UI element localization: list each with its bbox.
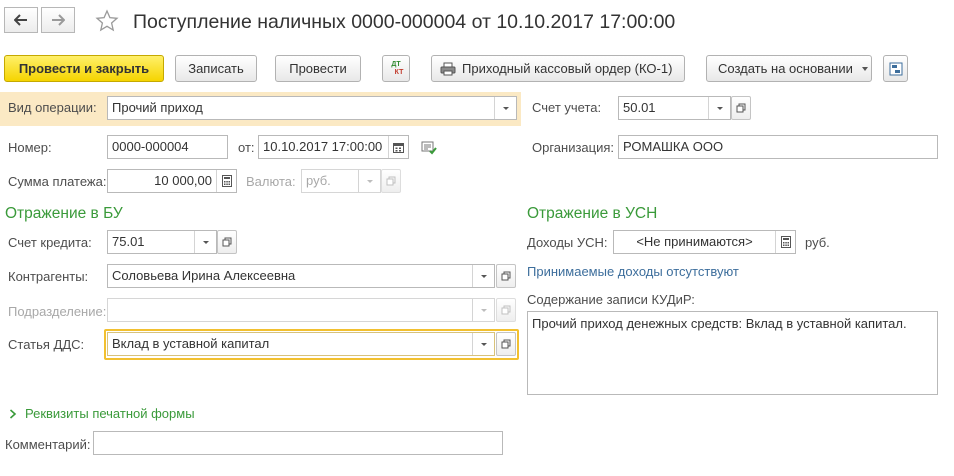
calendar-button[interactable]	[388, 136, 408, 158]
comment-input[interactable]	[93, 431, 503, 455]
dds-select[interactable]: Вклад в уставной капитал	[107, 332, 495, 356]
amount-input[interactable]: 10 000,00	[107, 169, 237, 193]
accepted-income-link[interactable]: Принимаемые доходы отсутствуют	[527, 264, 739, 280]
calculator-icon	[221, 175, 232, 187]
operation-label: Вид операции:	[8, 100, 97, 115]
dropdown-icon[interactable]	[494, 97, 516, 119]
account-select[interactable]: 50.01	[618, 96, 731, 120]
org-label: Организация:	[532, 140, 615, 155]
credit-open-button[interactable]	[217, 230, 237, 254]
calculator-button[interactable]	[216, 170, 236, 192]
dds-label: Статья ДДС:	[8, 337, 85, 352]
currency-label: Валюта:	[246, 174, 296, 189]
favorite-star-button[interactable]	[95, 9, 119, 36]
kt-label: КТ	[394, 68, 404, 76]
open-window-icon	[501, 305, 511, 315]
document-check-icon	[421, 141, 437, 155]
account-value: 50.01	[623, 100, 656, 115]
operation-select[interactable]: Прочий приход	[107, 96, 517, 120]
amount-label: Сумма платежа:	[8, 174, 107, 189]
dropdown-icon	[358, 170, 380, 192]
calculator-icon	[780, 236, 791, 248]
number-value: 0000-000004	[112, 139, 189, 154]
counterparty-open-button[interactable]	[496, 264, 516, 288]
create-based-label: Создать на основании	[718, 61, 853, 76]
department-value	[108, 299, 472, 321]
print-order-label: Приходный кассовый ордер (КО-1)	[462, 61, 673, 76]
credit-label: Счет кредита:	[8, 235, 92, 250]
dds-value: Вклад в уставной капитал	[112, 336, 270, 351]
currency-value: руб.	[306, 173, 331, 188]
org-input[interactable]: РОМАШКА ООО	[618, 135, 938, 159]
post-and-close-button[interactable]: Провести и закрыть	[4, 55, 164, 82]
account-label: Счет учета:	[532, 100, 602, 115]
structure-icon	[889, 62, 902, 75]
income-value: <Не принимаются>	[636, 234, 753, 249]
structure-button[interactable]	[883, 55, 908, 82]
department-open-button	[496, 298, 516, 322]
credit-value: 75.01	[112, 234, 145, 249]
dropdown-icon[interactable]	[194, 231, 216, 253]
save-button[interactable]: Записать	[175, 55, 257, 82]
page-title: Поступление наличных 0000-000004 от 10.1…	[133, 11, 676, 33]
bu-section-title: Отражение в БУ	[5, 205, 123, 222]
currency-select: руб.	[301, 169, 381, 193]
calendar-icon	[393, 142, 404, 153]
arrow-left-icon	[14, 14, 27, 26]
currency-open-button	[381, 169, 401, 193]
org-value: РОМАШКА ООО	[623, 139, 724, 154]
income-unit: руб.	[805, 235, 830, 250]
department-label: Подразделение:	[8, 304, 107, 319]
chevron-down-icon	[861, 66, 868, 71]
forward-button[interactable]	[41, 7, 75, 33]
dropdown-icon[interactable]	[472, 265, 494, 287]
create-based-button[interactable]: Создать на основании	[706, 55, 872, 82]
open-window-icon	[736, 103, 746, 113]
dropdown-icon[interactable]	[708, 97, 730, 119]
dt-kt-button[interactable]: ДТ КТ	[382, 55, 410, 82]
amount-value: 10 000,00	[154, 173, 212, 188]
usn-section-title: Отражение в УСН	[527, 205, 658, 222]
star-icon	[95, 9, 119, 32]
income-input[interactable]: <Не принимаются>	[613, 230, 796, 254]
date-label: от:	[238, 140, 255, 155]
print-order-button[interactable]: Приходный кассовый ордер (КО-1)	[431, 55, 685, 82]
kudir-textarea[interactable]: Прочий приход денежных средств: Вклад в …	[527, 311, 938, 395]
open-window-icon	[386, 176, 396, 186]
post-button[interactable]: Провести	[275, 55, 361, 82]
arrow-right-icon	[52, 14, 65, 26]
number-edit-button[interactable]	[421, 141, 437, 158]
dds-open-button[interactable]	[496, 332, 516, 356]
comment-value	[94, 432, 502, 454]
dropdown-icon	[472, 299, 494, 321]
counterparty-label: Контрагенты:	[8, 269, 89, 284]
account-open-button[interactable]	[731, 96, 751, 120]
open-window-icon	[501, 271, 511, 281]
comment-label: Комментарий:	[5, 437, 91, 452]
counterparty-select[interactable]: Соловьева Ирина Алексеевна	[107, 264, 495, 288]
print-form-label: Реквизиты печатной формы	[25, 406, 195, 421]
chevron-right-icon	[9, 409, 17, 419]
back-button[interactable]	[4, 7, 38, 33]
calculator-button[interactable]	[775, 231, 795, 253]
counterparty-value: Соловьева Ирина Алексеевна	[112, 268, 296, 283]
open-window-icon	[501, 339, 511, 349]
date-input[interactable]: 10.10.2017 17:00:00	[258, 135, 409, 159]
print-form-toggle[interactable]: Реквизиты печатной формы	[9, 406, 195, 422]
open-window-icon	[222, 237, 232, 247]
kudir-label: Содержание записи КУДиР:	[527, 292, 695, 307]
printer-icon	[440, 62, 456, 75]
department-select	[107, 298, 495, 322]
dropdown-icon[interactable]	[472, 333, 494, 355]
number-input[interactable]: 0000-000004	[107, 135, 228, 159]
date-value: 10.10.2017 17:00:00	[263, 139, 383, 154]
operation-value: Прочий приход	[112, 100, 203, 115]
dt-label: ДТ	[391, 60, 401, 68]
credit-select[interactable]: 75.01	[107, 230, 217, 254]
number-label: Номер:	[8, 140, 52, 155]
income-label: Доходы УСН:	[527, 235, 608, 250]
